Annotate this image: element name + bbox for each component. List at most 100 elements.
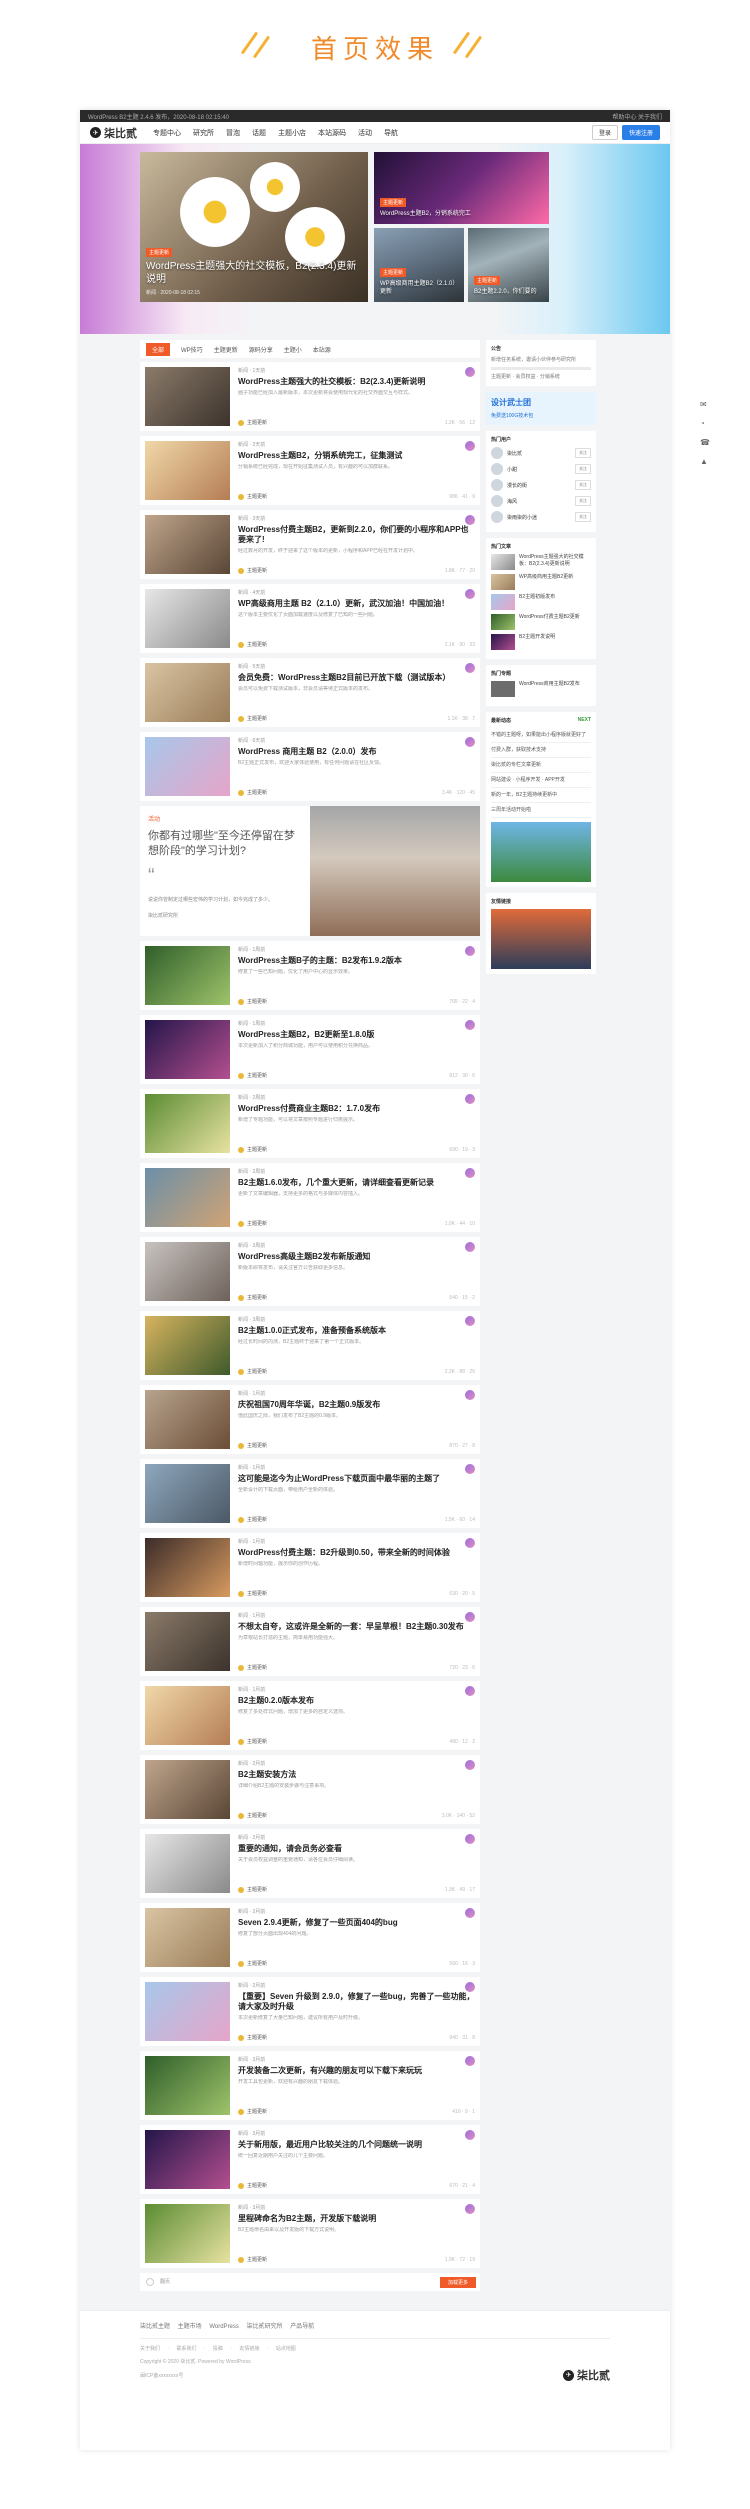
post-card[interactable]: 新闻 · 3周前 B2主题1.0.0正式发布，准备预备系统版本 经过长时间的内测… xyxy=(140,1311,480,1380)
tab-site-source[interactable]: 本站源 xyxy=(313,345,331,354)
avatar[interactable] xyxy=(465,1020,475,1030)
post-card[interactable]: 新闻 · 2周前 WordPress付费商业主题B2：1.7.0发布 新增了专题… xyxy=(140,1089,480,1158)
post-author[interactable]: 主题更新 xyxy=(238,1220,267,1227)
post-title[interactable]: WordPress 商用主题 B2（2.0.0）发布 xyxy=(238,747,475,757)
post-title[interactable]: Seven 2.9.4更新，修复了一些页面404的bug xyxy=(238,1918,475,1928)
avatar[interactable] xyxy=(465,367,475,377)
post-title[interactable]: B2主题0.2.0版本发布 xyxy=(238,1696,475,1706)
footer-logo[interactable]: ✈ 柒比贰 xyxy=(563,2367,610,2383)
feed-item[interactable]: 柒比贰的专栏文章更新 xyxy=(491,758,591,773)
load-more-button[interactable]: 加载更多 xyxy=(439,2277,476,2288)
follow-button[interactable]: 关注 xyxy=(575,464,591,474)
post-card[interactable]: 新闻 · 3月前 关于新用版，最近用户比较关注的几个问题统一说明 统一回复近期用… xyxy=(140,2125,480,2194)
post-title[interactable]: WordPress主题B2，分销系统完工，征集测试 xyxy=(238,451,475,461)
chat-icon[interactable]: ✉ xyxy=(700,400,710,409)
avatar[interactable] xyxy=(465,946,475,956)
avatar[interactable] xyxy=(465,737,475,747)
post-title[interactable]: WordPress主题强大的社交模板：B2(2.3.4)更新说明 xyxy=(238,377,475,387)
post-thumbnail[interactable] xyxy=(145,1612,230,1671)
post-author[interactable]: 主题更新 xyxy=(238,1886,267,1893)
post-author[interactable]: 主题更新 xyxy=(238,2034,267,2041)
register-button[interactable]: 快速注册 xyxy=(621,125,660,140)
post-card[interactable]: 新闻 · 3月前 里程碑命名为B2主题，开发版下载说明 B2主题命名由来以及开发… xyxy=(140,2199,480,2268)
login-button[interactable]: 登录 xyxy=(591,125,618,140)
post-thumbnail[interactable] xyxy=(145,441,230,500)
avatar[interactable] xyxy=(465,663,475,673)
nav-item[interactable]: 话题 xyxy=(252,128,266,138)
post-author[interactable]: 主题更新 xyxy=(238,2182,267,2189)
post-title[interactable]: 【重要】Seven 升级到 2.9.0，修复了一些bug，完善了一些功能，请大家… xyxy=(238,1992,475,2012)
post-card[interactable]: 新闻 · 1月前 不想太自夸，这或许是全新的一套：早呈草根！B2主题0.30发布… xyxy=(140,1607,480,1676)
post-title[interactable]: 重要的通知，请会员务必查看 xyxy=(238,1844,475,1854)
post-author[interactable]: 主题更新 xyxy=(238,1516,267,1523)
feed-item[interactable]: 新的一年，B2主题持续更新中 xyxy=(491,788,591,803)
avatar[interactable] xyxy=(465,1982,475,1992)
nav-item[interactable]: 专题中心 xyxy=(153,128,181,138)
service-icon[interactable]: ☎ xyxy=(700,438,710,447)
post-thumbnail[interactable] xyxy=(145,1538,230,1597)
post-card[interactable]: 新闻 · 2周前 B2主题1.6.0发布，几个重大更新，请详细查看更新记录 更新… xyxy=(140,1163,480,1232)
hero-side-card[interactable]: 主题更新 WordPress主题B2，分销系统完工 xyxy=(374,152,549,224)
post-title[interactable]: 开发装备二次更新，有兴趣的朋友可以下载下来玩玩 xyxy=(238,2066,475,2076)
avatar[interactable] xyxy=(465,1538,475,1548)
post-card[interactable]: 新闻 · 2月前 Seven 2.9.4更新，修复了一些页面404的bug 修复… xyxy=(140,1903,480,1972)
post-thumbnail[interactable] xyxy=(145,1242,230,1301)
avatar[interactable] xyxy=(465,2130,475,2140)
post-thumbnail[interactable] xyxy=(145,1390,230,1449)
post-author[interactable]: 主题更新 xyxy=(238,715,267,722)
post-author[interactable]: 主题更新 xyxy=(238,641,267,648)
hero-main-card[interactable]: 主题更新 WordPress主题强大的社交模板，B2(2.3.4)更新说明 新闻… xyxy=(140,152,368,302)
post-thumbnail[interactable] xyxy=(145,1316,230,1375)
follow-button[interactable]: 关注 xyxy=(575,448,591,458)
post-card[interactable]: 新闻 · 1周前 WordPress主题B子的主题：B2发布1.9.2版本 修复… xyxy=(140,941,480,1010)
top-info-right[interactable]: 帮助中心 关于我们 xyxy=(612,112,662,121)
feed-item[interactable]: 三周年活动开始啦 xyxy=(491,803,591,818)
post-title[interactable]: B2主题安装方法 xyxy=(238,1770,475,1780)
post-author[interactable]: 主题更新 xyxy=(238,998,267,1005)
post-card[interactable]: 新闻 · 2月前 【重要】Seven 升级到 2.9.0，修复了一些bug，完善… xyxy=(140,1977,480,2046)
hot-post-item[interactable]: WordPress主题强大的社交模板：B2(2.3.4)更新说明 xyxy=(491,554,591,570)
pager-link[interactable]: 翻页 xyxy=(160,2278,170,2285)
post-card[interactable]: 新闻 · 6天前 WordPress 商用主题 B2（2.0.0）发布 B2主题… xyxy=(140,732,480,801)
nav-item[interactable]: 活动 xyxy=(358,128,372,138)
post-title[interactable]: 关于新用版，最近用户比较关注的几个问题统一说明 xyxy=(238,2140,475,2150)
post-title[interactable]: 这可能是迄今为止WordPress下载页面中最华丽的主题了 xyxy=(238,1474,475,1484)
post-title[interactable]: 庆祝祖国70周年华诞，B2主题0.9版发布 xyxy=(238,1400,475,1410)
post-title[interactable]: WordPress高级主题B2发布新版通知 xyxy=(238,1252,475,1262)
hot-post-item[interactable]: B2主题开发说明 xyxy=(491,634,591,650)
avatar[interactable] xyxy=(465,441,475,451)
post-thumbnail[interactable] xyxy=(145,946,230,1005)
post-title[interactable]: 不想太自夸，这或许是全新的一套：早呈草根！B2主题0.30发布 xyxy=(238,1622,475,1632)
tab-all[interactable]: 全部 xyxy=(146,342,171,356)
post-author[interactable]: 主题更新 xyxy=(238,1368,267,1375)
post-author[interactable]: 主题更新 xyxy=(238,1442,267,1449)
post-card[interactable]: 新闻 · 1月前 庆祝祖国70周年华诞，B2主题0.9版发布 值此国庆之际，我们… xyxy=(140,1385,480,1454)
hot-post-item[interactable]: B2主题初版发布 xyxy=(491,594,591,610)
post-title[interactable]: WordPress主题B子的主题：B2发布1.9.2版本 xyxy=(238,956,475,966)
post-card[interactable]: 新闻 · 2月前 重要的通知，请会员务必查看 关于会员权益调整的重要通知，请各位… xyxy=(140,1829,480,1898)
avatar[interactable] xyxy=(465,2204,475,2214)
post-title[interactable]: WordPress付费主题B2，更新到2.2.0，你们要的小程序和APP也要来了… xyxy=(238,525,475,545)
post-title[interactable]: B2主题1.6.0发布，几个重大更新，请详细查看更新记录 xyxy=(238,1178,475,1188)
avatar[interactable] xyxy=(465,1464,475,1474)
post-author[interactable]: 主题更新 xyxy=(238,1812,267,1819)
tab-source[interactable]: 源码分享 xyxy=(249,345,273,354)
tab-wp-tips[interactable]: WP技巧 xyxy=(181,345,203,354)
back-top-icon[interactable]: ▲ xyxy=(700,457,710,466)
footer-links[interactable]: 柒比贰主题 主题市场 WordPress 柒比贰研究所 产品导航 xyxy=(140,2321,610,2330)
tab-theme-update[interactable]: 主题更新 xyxy=(214,345,238,354)
post-thumbnail[interactable] xyxy=(145,1464,230,1523)
avatar[interactable] xyxy=(465,515,475,525)
post-card[interactable]: 新闻 · 2月前 B2主题安装方法 详细介绍B2主题的安装步骤与注意事项。 主题… xyxy=(140,1755,480,1824)
post-thumbnail[interactable] xyxy=(145,2204,230,2263)
post-author[interactable]: 主题更新 xyxy=(238,493,267,500)
feed-item[interactable]: 不错的主题呀，如果能出小程序版就更好了 xyxy=(491,728,591,743)
post-thumbnail[interactable] xyxy=(145,1760,230,1819)
post-thumbnail[interactable] xyxy=(145,737,230,796)
avatar[interactable] xyxy=(465,1686,475,1696)
post-author[interactable]: 主题更新 xyxy=(238,2256,267,2263)
notice-text[interactable]: 新增任务系统，邀请小伙伴参与研究所 xyxy=(491,356,591,364)
nav-item[interactable]: 冒泡 xyxy=(226,128,240,138)
post-card[interactable]: 新闻 · 3月前 开发装备二次更新，有兴趣的朋友可以下载下来玩玩 开发工具包更新… xyxy=(140,2051,480,2120)
post-title[interactable]: WordPress付费商业主题B2：1.7.0发布 xyxy=(238,1104,475,1114)
